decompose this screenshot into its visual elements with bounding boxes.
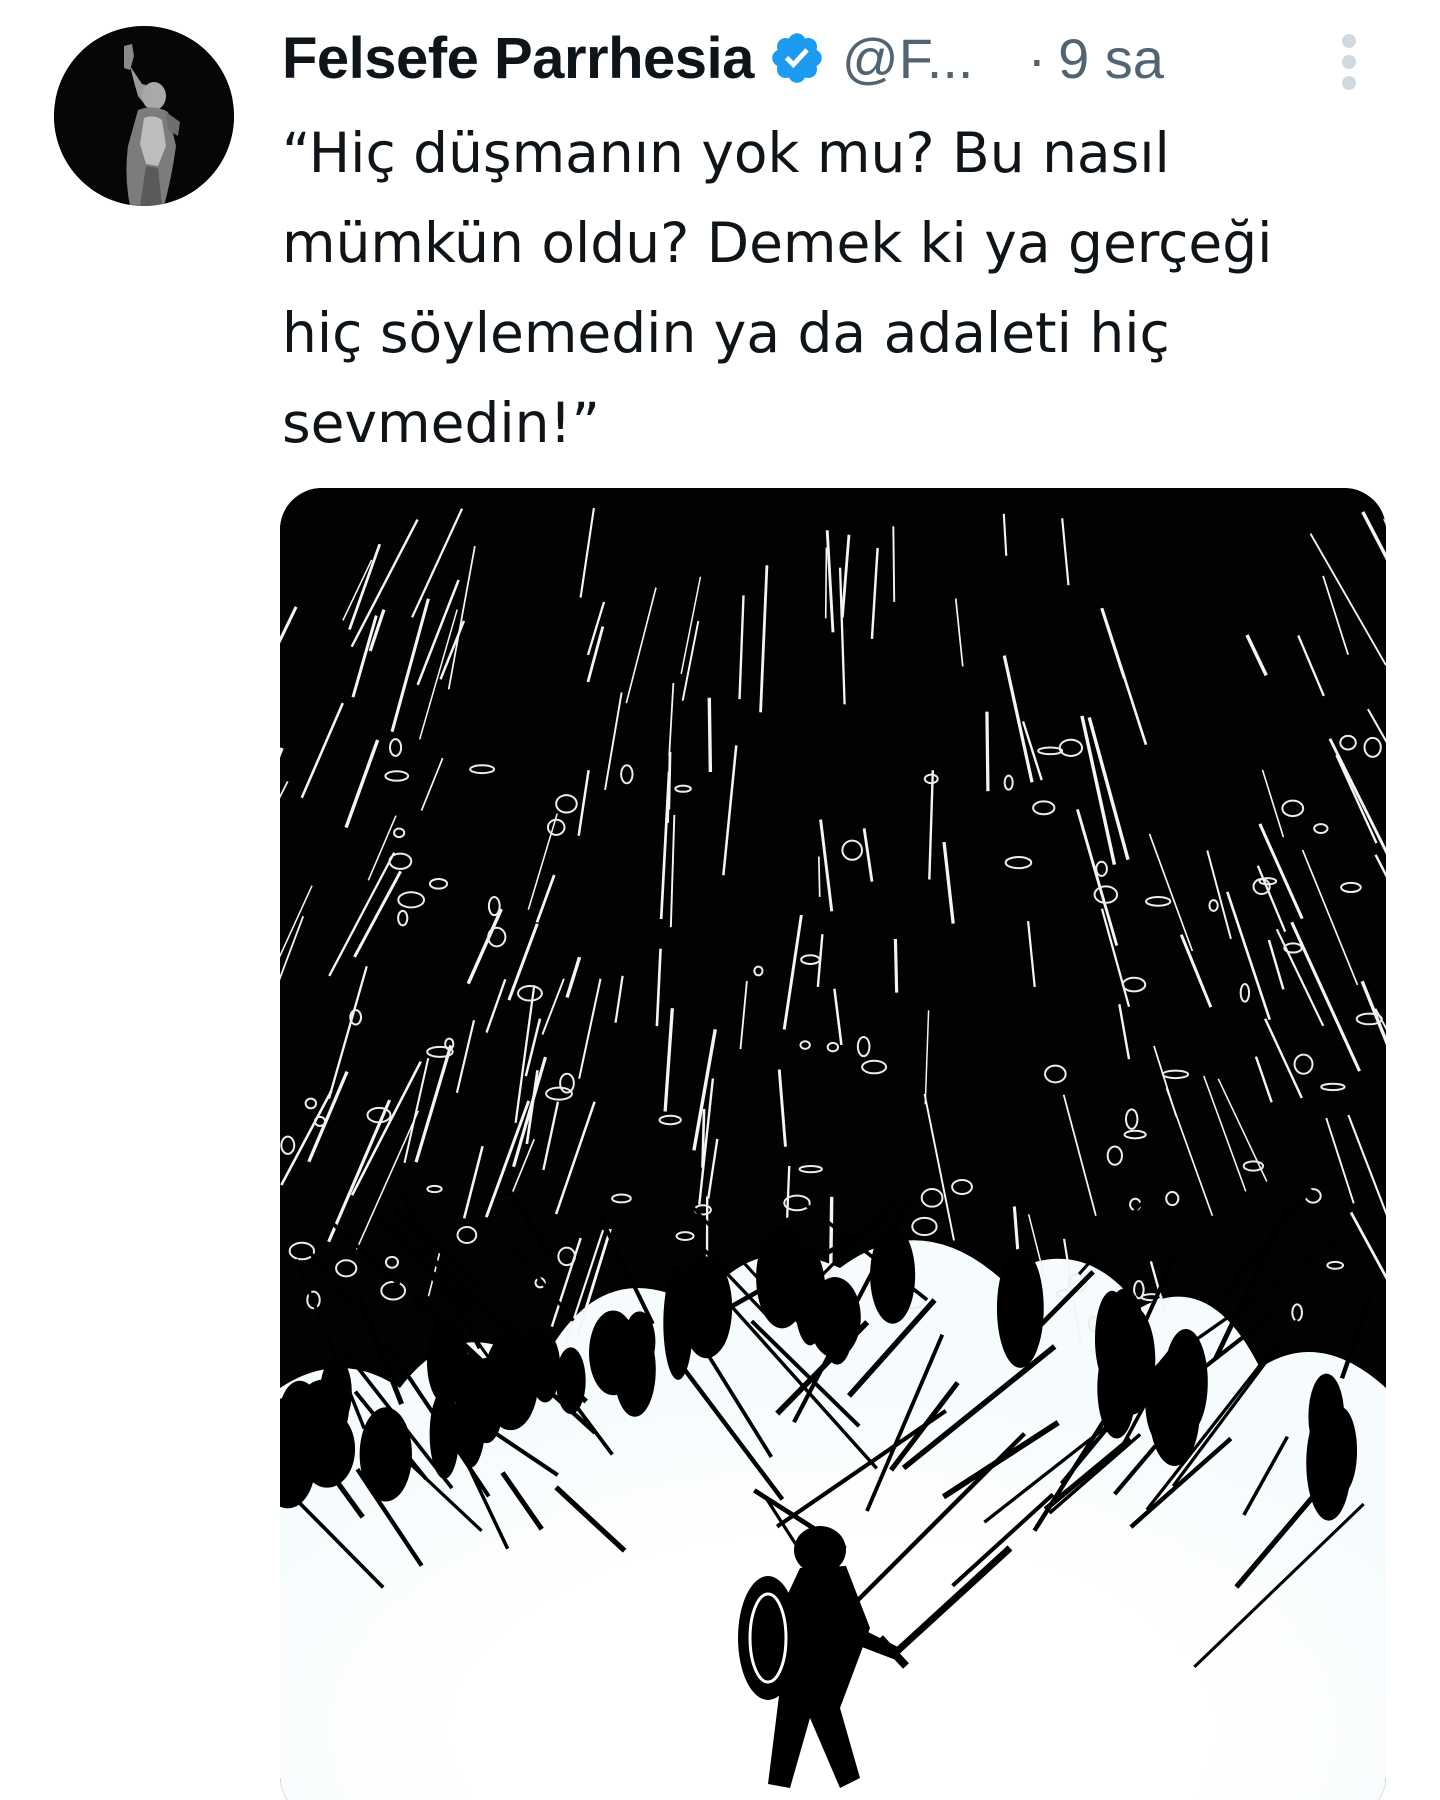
verified-badge-icon [768, 29, 826, 87]
soldier-mark [455, 1352, 487, 1468]
spear-mark [701, 1108, 706, 1168]
soldier-mark [555, 1347, 586, 1415]
spear-mark [824, 547, 828, 619]
statue-avatar-image [54, 26, 234, 206]
soldier-mark [359, 1407, 412, 1502]
soldier-mark [429, 1389, 460, 1479]
timestamp[interactable]: 9 sa [1058, 26, 1164, 91]
soldier-mark [996, 1248, 1044, 1368]
display-name[interactable]: Felsefe Parrhesia [282, 25, 754, 92]
more-options-icon[interactable] [1334, 34, 1364, 94]
tweet-text: “Hiç düşmanın yok mu? Bu nasıl mümkün ol… [282, 121, 1273, 455]
spear-mark [707, 697, 713, 773]
soldier-mark [663, 1266, 693, 1380]
tweet-media[interactable] [280, 488, 1386, 1800]
handle[interactable]: @F... [842, 26, 974, 91]
soldier-mark [870, 1226, 916, 1324]
soldier-mark [1145, 1359, 1187, 1448]
avatar[interactable] [54, 26, 234, 206]
spear-mark [817, 856, 821, 897]
separator-dot: · [1027, 26, 1047, 90]
soldier-mark [1308, 1373, 1345, 1460]
tweet-header: Felsefe Parrhesia @F... · 9 sa [282, 22, 1164, 94]
spear-mark [892, 526, 896, 602]
soldier-mark [1094, 1290, 1130, 1388]
soldier-mark [613, 1322, 656, 1417]
illustration-lone-warrior-facing-army [280, 488, 1386, 1800]
soldier-mark [794, 1249, 826, 1346]
spear-mark [985, 711, 990, 792]
spear-mark [893, 938, 899, 993]
soldier-mark [483, 1332, 539, 1431]
tweet: Felsefe Parrhesia @F... · 9 sa “Hiç düşm… [0, 0, 1440, 1800]
